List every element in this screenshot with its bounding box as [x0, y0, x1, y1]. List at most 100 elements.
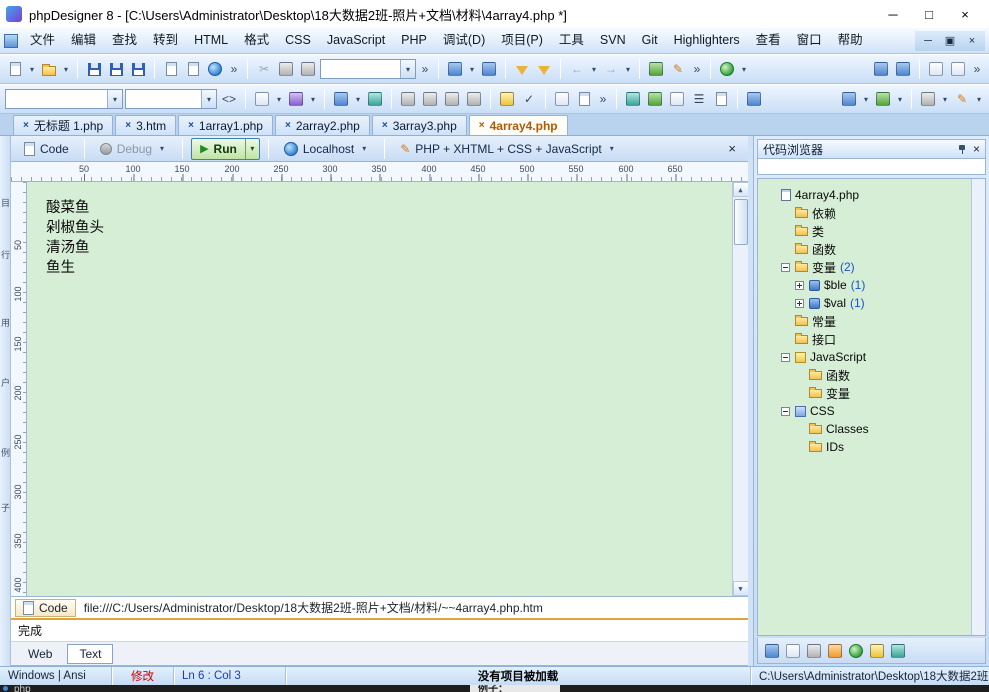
menu-search[interactable]: 查找 — [104, 28, 145, 53]
editor-vertical-scrollbar[interactable]: ▲ ▼ — [732, 182, 748, 596]
nav-back-button[interactable]: ← — [567, 58, 587, 80]
menu-format[interactable]: 格式 — [236, 28, 277, 53]
open-file-dropdown-icon[interactable]: ▾ — [61, 65, 71, 74]
quick-fix-dropdown-icon[interactable]: ▾ — [353, 95, 363, 104]
tree-item-dependencies[interactable]: 依赖 — [758, 204, 985, 222]
tree-item-classes[interactable]: 类 — [758, 222, 985, 240]
filter-add-button[interactable] — [512, 58, 532, 80]
tree-item-var-val[interactable]: $val (1) — [758, 294, 985, 312]
run-in-browser-button[interactable] — [717, 58, 737, 80]
import-button[interactable] — [873, 88, 893, 110]
menu-file[interactable]: 文件 — [22, 28, 63, 53]
outdent-button[interactable] — [420, 88, 440, 110]
server-select-button[interactable]: Localhost ▾ — [277, 138, 376, 160]
run-dropdown-icon[interactable]: ▾ — [244, 138, 259, 159]
scroll-up-icon[interactable]: ▲ — [732, 182, 748, 197]
tree-item-constants[interactable]: 常量 — [758, 312, 985, 330]
expand-icon[interactable] — [795, 280, 804, 290]
syntax-mode-dropdown-icon[interactable]: ▾ — [607, 144, 617, 153]
zoom-select[interactable]: ▾ — [125, 89, 217, 109]
code-browser-filter[interactable] — [757, 159, 986, 175]
nav-forward-button[interactable]: → — [601, 58, 621, 80]
hand-tool-button[interactable] — [497, 88, 517, 110]
menu-help[interactable]: 帮助 — [830, 28, 871, 53]
code-beautify-dropdown-icon[interactable]: ▾ — [467, 65, 477, 74]
tab-2array2[interactable]: × 2array2.php — [274, 115, 370, 135]
tab-1array1[interactable]: × 1array1.php — [178, 115, 273, 135]
toolbar-overflow-button[interactable]: » — [690, 62, 704, 76]
maximize-button[interactable]: □ — [911, 2, 947, 26]
zoom-select-dropdown-icon[interactable]: ▾ — [201, 90, 216, 108]
insert-table-button[interactable] — [252, 88, 272, 110]
tab-3array3[interactable]: × 3array3.php — [371, 115, 467, 135]
move-right-button[interactable] — [464, 88, 484, 110]
toolbar-overflow-button[interactable]: » — [596, 92, 610, 106]
insert-image-button[interactable] — [645, 88, 665, 110]
mdi-minimize-button[interactable]: ─ — [918, 31, 938, 51]
edit-code-button[interactable]: ✎ — [668, 58, 688, 80]
edit-pencil-button[interactable]: ✎ — [952, 88, 972, 110]
import-dropdown-icon[interactable]: ▾ — [895, 95, 905, 104]
tab-untitled-1[interactable]: × 无标题 1.php — [13, 115, 114, 135]
mail-icon[interactable] — [870, 643, 884, 658]
tree-item-variables[interactable]: 变量 (2) — [758, 258, 985, 276]
snippet-button[interactable] — [574, 88, 594, 110]
tree-item-css-ids[interactable]: IDs — [758, 438, 985, 456]
paste-button[interactable] — [298, 58, 318, 80]
menu-goto[interactable]: 转到 — [145, 28, 186, 53]
toolbar-overflow-button[interactable]: » — [418, 62, 432, 76]
window-cascade-button[interactable] — [871, 58, 891, 80]
tree-item-functions[interactable]: 函数 — [758, 240, 985, 258]
left-dock-strip[interactable]: 目 行 用 户 例 子 — [0, 136, 11, 666]
indent-button[interactable] — [398, 88, 418, 110]
tree-item-css-classes[interactable]: Classes — [758, 420, 985, 438]
syntax-mode-button[interactable]: ✎ PHP + XHTML + CSS + JavaScript ▾ — [393, 138, 623, 160]
insert-anchor-button[interactable] — [711, 88, 731, 110]
tree-item-file[interactable]: 4array4.php — [758, 186, 985, 204]
debug-button[interactable]: Debug ▾ — [93, 138, 174, 160]
save-button[interactable] — [84, 58, 104, 80]
tree-item-var-ble[interactable]: $ble (1) — [758, 276, 985, 294]
scroll-down-icon[interactable]: ▼ — [732, 581, 748, 596]
run-in-browser-dropdown-icon[interactable]: ▾ — [739, 65, 749, 74]
codebar-code-button[interactable]: Code — [15, 598, 76, 617]
database-button[interactable] — [918, 88, 938, 110]
syntax-check-button[interactable]: ✓ — [519, 88, 539, 110]
open-file-button[interactable] — [39, 58, 59, 80]
tree-scrollbar[interactable] — [971, 179, 985, 635]
toolbar-overflow-button[interactable]: » — [970, 62, 984, 76]
run-button-main[interactable]: ▶ Run — [192, 142, 245, 156]
duplicate-page-button[interactable] — [183, 58, 203, 80]
code-tags-button[interactable]: <> — [219, 88, 239, 110]
split-horizontal-button[interactable] — [926, 58, 946, 80]
menu-svn[interactable]: SVN — [592, 28, 634, 53]
edit-pencil-dropdown-icon[interactable]: ▾ — [974, 95, 984, 104]
color-picker-button[interactable] — [286, 88, 306, 110]
menu-edit[interactable]: 编辑 — [63, 28, 104, 53]
database-dropdown-icon[interactable]: ▾ — [940, 95, 950, 104]
code-view-button[interactable]: Code — [17, 138, 76, 160]
font-select[interactable]: ▾ — [320, 59, 416, 79]
scrollbar-thumb[interactable] — [733, 199, 748, 245]
insert-table-dropdown-icon[interactable]: ▾ — [274, 95, 284, 104]
quick-fix-button[interactable] — [331, 88, 351, 110]
window-tile-button[interactable] — [893, 58, 913, 80]
tree-item-css[interactable]: CSS — [758, 402, 985, 420]
close-button[interactable]: × — [947, 2, 983, 26]
table-grid-button[interactable] — [667, 88, 687, 110]
code-beautify-button[interactable] — [445, 58, 465, 80]
menu-html[interactable]: HTML — [186, 28, 236, 53]
run-script-button[interactable] — [365, 88, 385, 110]
style-select-dropdown-icon[interactable]: ▾ — [107, 90, 122, 108]
menu-highlighters[interactable]: Highlighters — [666, 28, 748, 53]
save-report-icon[interactable] — [828, 643, 842, 658]
tab-4array4[interactable]: × 4array4.php — [468, 115, 568, 135]
tab-text[interactable]: Text — [67, 643, 114, 664]
pin-icon[interactable] — [958, 144, 967, 154]
menu-css[interactable]: CSS — [277, 28, 319, 53]
preview-browser-button[interactable] — [205, 58, 225, 80]
tools-icon[interactable] — [891, 643, 905, 658]
tab-close-icon[interactable]: × — [382, 120, 388, 131]
calendar-button[interactable] — [552, 88, 572, 110]
validate-icon[interactable] — [786, 643, 800, 658]
